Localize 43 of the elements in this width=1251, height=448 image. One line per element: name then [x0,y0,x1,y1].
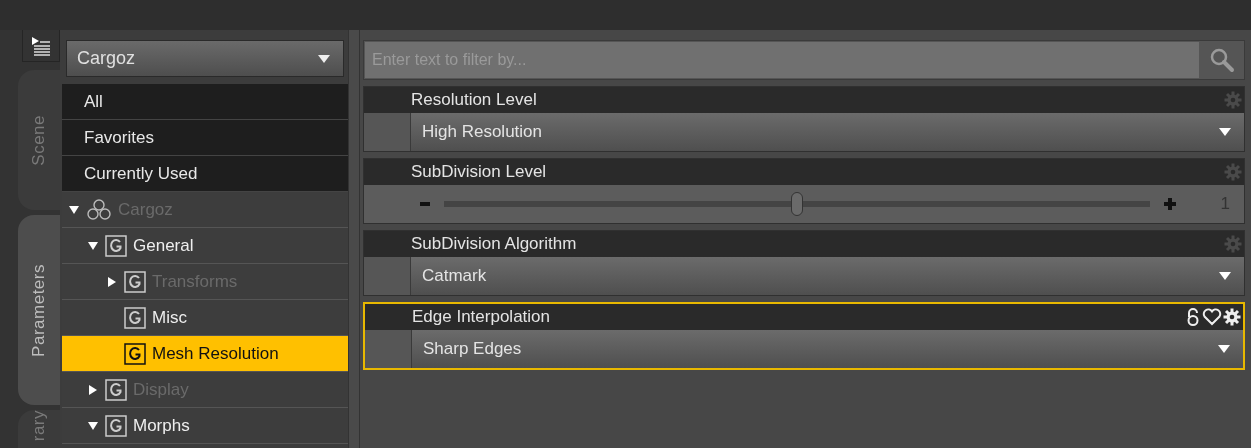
plus-icon [1164,198,1176,210]
filter-item[interactable]: Currently Used [62,156,348,192]
side-tab[interactable]: Parameters [18,215,60,405]
tree-item[interactable]: Mesh Resolution [62,336,348,372]
group-icon [105,378,127,401]
group-icon [124,342,146,365]
group-icon [124,270,146,293]
property-label: Resolution Level [411,90,537,110]
property-label: SubDivision Algorithm [411,234,577,254]
group-icon [105,234,127,257]
row-gutter [365,330,412,368]
collapsed-arrow-icon[interactable] [106,275,118,288]
figure-icon [86,197,112,222]
caret-icon [317,53,331,64]
filter-item[interactable]: All [62,84,348,120]
node-dropdown[interactable]: Cargoz [66,40,344,77]
property-panel[interactable]: SubDivision Algorithm Catmark [363,230,1245,296]
expanded-arrow-icon[interactable] [87,419,99,432]
settings-icon [1224,235,1242,253]
settings-icon [1223,308,1241,326]
heart-icon [1202,308,1222,326]
caret-icon [1218,271,1232,281]
row-gutter [364,257,411,295]
caret-icon [1217,344,1231,354]
row-gutter [364,113,411,151]
collapsed-arrow-icon[interactable] [87,383,99,396]
value-dropdown[interactable]: Sharp Edges [412,330,1243,368]
filter-item[interactable]: Favorites [62,120,348,156]
value-dropdown[interactable]: Catmark [411,257,1244,295]
settings-icon [1224,91,1242,109]
caret-icon [1218,127,1232,137]
minus-icon [420,202,430,206]
property-panel[interactable]: Edge Interpolation Sharp Edges [363,302,1245,370]
property-label: Edge Interpolation [412,307,550,327]
property-label: SubDivision Level [411,162,547,182]
group-icon [124,306,146,329]
expanded-arrow-icon[interactable] [68,203,80,216]
group-icon [105,414,127,437]
settings-icon [1224,163,1242,181]
property-panel[interactable]: Resolution Level High Resolution [363,86,1245,152]
slider-thumb[interactable] [791,192,803,216]
expanded-arrow-icon[interactable] [87,239,99,252]
value-dropdown[interactable]: High Resolution [411,113,1244,151]
